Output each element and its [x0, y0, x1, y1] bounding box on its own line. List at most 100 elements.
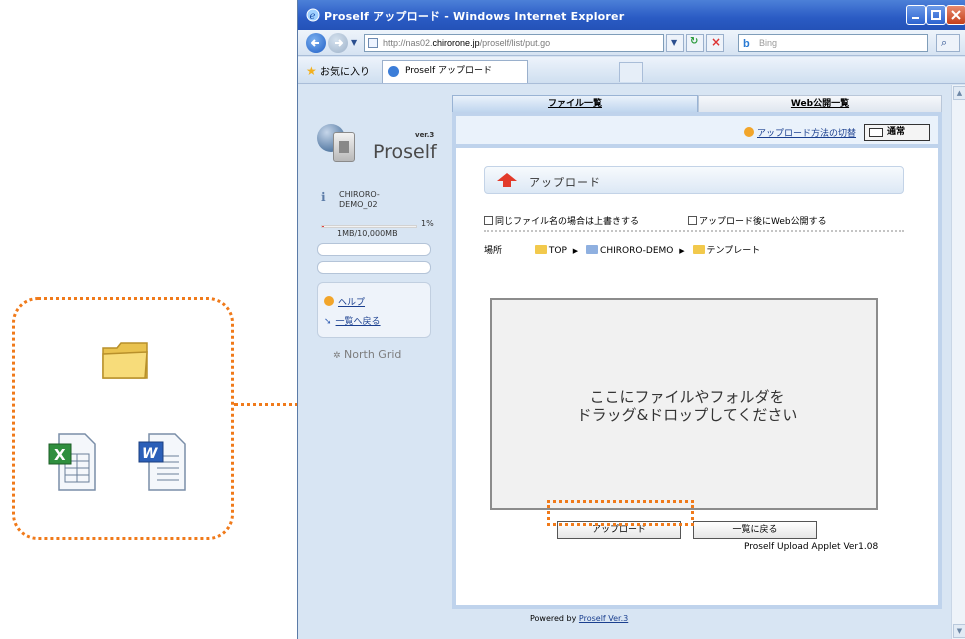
favorites-button[interactable]: ★ お気に入り: [306, 63, 370, 78]
publish-label: アップロード後にWeb公開する: [699, 217, 827, 227]
drop-line-1: ここにファイルやフォルダを: [589, 388, 785, 406]
refresh-icon: ↻: [690, 36, 699, 47]
refresh-button[interactable]: ↻: [686, 34, 704, 52]
back-to-list-label: 一覧へ戻る: [335, 317, 381, 327]
breadcrumb-separator-icon: ▶: [679, 247, 685, 255]
logo-version: ver.3: [415, 131, 435, 139]
svg-text:W: W: [142, 446, 158, 462]
content-panel: アップロード方法の切替 通常 アップロード 同じファイル名の場合は上書きする ア…: [452, 112, 942, 609]
browser-tab-proself[interactable]: Proself アップロード: [382, 60, 528, 83]
history-dropdown-icon[interactable]: ▼: [351, 38, 357, 47]
ie-favicon-icon: [388, 66, 399, 77]
powered-by-footer: Powered by Proself Ver.3: [530, 614, 628, 623]
page-viewport: ver.3 Proself ℹ CHIRORO- DEMO_02 1% 1MB/1…: [299, 85, 951, 639]
user-name-line1: CHIRORO-: [339, 190, 380, 199]
tab-file-list[interactable]: ファイル一覧: [452, 95, 698, 112]
quota-percent: 1%: [421, 219, 434, 228]
northgrid-icon: ✲: [333, 351, 341, 361]
window-title: Proself アップロード - Windows Internet Explor…: [324, 10, 625, 23]
mode-label: 通常: [887, 127, 906, 137]
url-input[interactable]: http://nas02.chirorone.jp/proself/list/p…: [364, 34, 664, 52]
new-tab-button[interactable]: [619, 62, 643, 82]
back-arrow-icon: [311, 39, 319, 47]
applet-version: Proself Upload Applet Ver1.08: [744, 542, 879, 552]
mode-toggle-button[interactable]: 通常: [864, 124, 930, 141]
word-file-icon: W: [138, 433, 186, 491]
overwrite-checkbox[interactable]: [484, 216, 493, 225]
user-name-line2: DEMO_02: [339, 200, 378, 209]
help-link[interactable]: ヘルプ: [324, 295, 365, 308]
user-icon: ℹ: [321, 190, 326, 204]
back-to-list-button[interactable]: 一覧に戻る: [693, 521, 817, 539]
vertical-scrollbar[interactable]: ▲ ▼: [951, 85, 965, 639]
help-icon: [324, 296, 334, 306]
page-icon: [368, 38, 378, 48]
sidebar-pill-2: [317, 261, 431, 274]
bing-icon: b: [743, 38, 750, 50]
back-to-list-link[interactable]: ➘ 一覧へ戻る: [324, 314, 381, 327]
breadcrumb-top[interactable]: TOP: [534, 245, 567, 256]
northgrid-label: North Grid: [344, 348, 402, 361]
dotted-divider: [484, 230, 904, 232]
breadcrumb-template[interactable]: テンプレート: [692, 245, 761, 256]
tab-web-public-list[interactable]: Web公開一覧: [698, 95, 942, 112]
back-button[interactable]: [306, 33, 326, 53]
main-panel: ファイル一覧 Web公開一覧 アップロード方法の切替 通常 アップロード 同じフ…: [452, 95, 942, 609]
drag-drop-zone[interactable]: ここにファイルやフォルダを ドラッグ&ドロップしてください: [490, 298, 878, 510]
overwrite-option[interactable]: 同じファイル名の場合は上書きする: [484, 214, 639, 227]
maximize-icon: [931, 10, 941, 20]
switch-upload-method-link[interactable]: アップロード方法の切替: [744, 126, 856, 139]
publish-checkbox[interactable]: [688, 216, 697, 225]
upload-title: アップロード: [529, 176, 601, 189]
switch-icon: [744, 127, 754, 137]
folder-icon: [102, 342, 148, 379]
scroll-down-button[interactable]: ▼: [953, 624, 965, 638]
location-breadcrumb: 場所 TOP ▶ CHIRORO-DEMO ▶ テンプレート: [484, 243, 760, 256]
folder-icon: [692, 245, 705, 254]
star-icon: ★: [306, 64, 317, 78]
scroll-up-button[interactable]: ▲: [953, 86, 965, 100]
stop-button[interactable]: ×: [706, 34, 724, 52]
minimize-button[interactable]: [906, 5, 926, 25]
ie-logo-icon: e: [306, 8, 320, 22]
address-bar: ▼ http://nas02.chirorone.jp/proself/list…: [298, 30, 965, 56]
screen-icon: [869, 128, 883, 137]
search-input[interactable]: b Bing: [738, 34, 928, 52]
stop-icon: ×: [711, 35, 722, 49]
upload-header: アップロード: [484, 166, 904, 194]
sidebar: ver.3 Proself ℹ CHIRORO- DEMO_02 1% 1MB/1…: [313, 100, 437, 600]
upload-arrow-stem: [503, 180, 511, 187]
breadcrumb-separator-icon: ▶: [572, 247, 579, 255]
breadcrumb-chiroro-demo[interactable]: CHIRORO-DEMO: [586, 245, 674, 256]
drop-instructions: ここにファイルやフォルダを ドラッグ&ドロップしてください: [562, 388, 812, 424]
maximize-button[interactable]: [926, 5, 946, 25]
search-icon: ⌕: [941, 36, 948, 49]
proself-version-link[interactable]: Proself Ver.3: [579, 614, 628, 623]
location-label: 場所: [484, 246, 503, 256]
drag-source-illustration: X W: [12, 297, 234, 540]
url-dropdown-button[interactable]: ▼: [666, 34, 684, 52]
upload-button-highlight: [547, 500, 694, 526]
breadcrumb-chiroro-demo-label: CHIRORO-DEMO: [600, 246, 674, 256]
favorites-label: お気に入り: [319, 67, 370, 78]
close-button[interactable]: [946, 5, 965, 25]
sidebar-pill-1: [317, 243, 431, 256]
quota-bar: [321, 225, 417, 228]
title-bar: e Proself アップロード - Windows Internet Expl…: [298, 0, 965, 30]
drop-line-2: ドラッグ&ドロップしてください: [576, 406, 798, 424]
search-button[interactable]: ⌕: [936, 34, 960, 52]
excel-file-icon: X: [48, 433, 96, 491]
favorites-tab-bar: ★ お気に入り Proself アップロード: [298, 57, 965, 84]
sidebar-links: ヘルプ ➘ 一覧へ戻る: [317, 282, 431, 338]
help-label: ヘルプ: [338, 298, 366, 308]
browser-window: e Proself アップロード - Windows Internet Expl…: [297, 0, 965, 639]
user-folder-icon: [586, 245, 599, 254]
forward-arrow-icon: [335, 39, 343, 47]
forward-button[interactable]: [328, 33, 348, 53]
dropdown-icon: ▼: [671, 38, 678, 47]
overwrite-label: 同じファイル名の場合は上書きする: [495, 217, 640, 227]
url-domain: chirorone.jp: [432, 38, 480, 48]
minimize-icon: [912, 17, 919, 19]
publish-after-upload-option[interactable]: アップロード後にWeb公開する: [688, 214, 827, 227]
breadcrumb-template-label: テンプレート: [706, 246, 761, 256]
